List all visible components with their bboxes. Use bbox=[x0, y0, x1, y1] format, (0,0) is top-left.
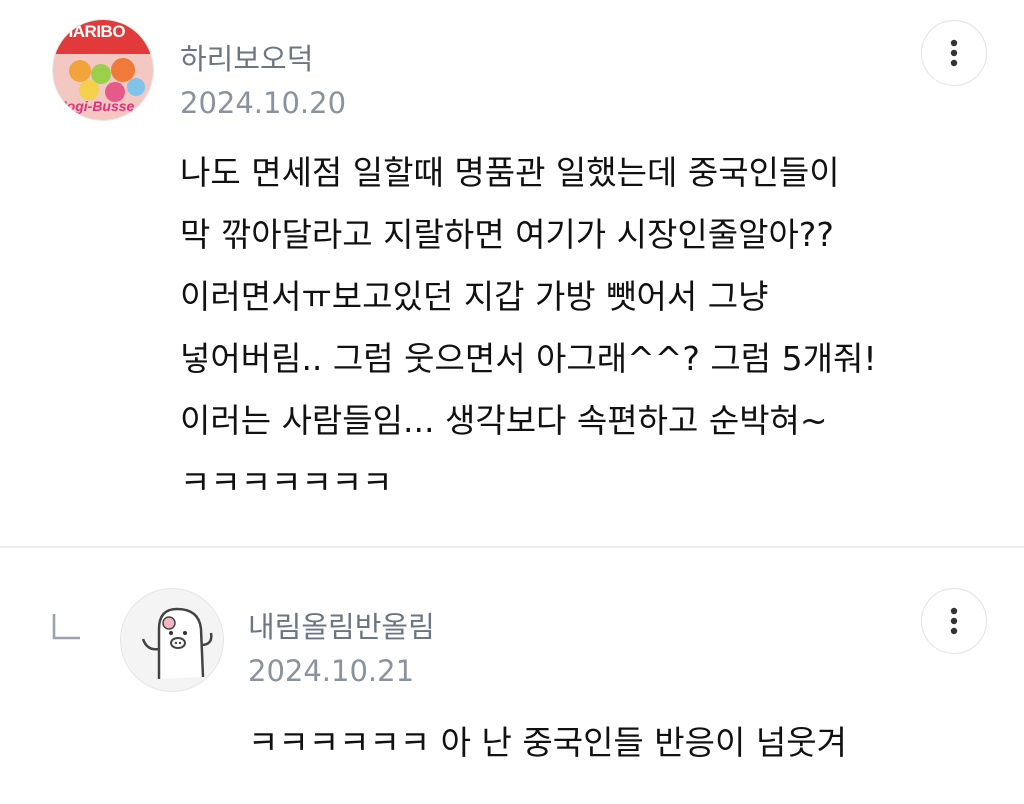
reply-arrow-icon bbox=[52, 614, 80, 640]
comment-date: 2024.10.21 bbox=[248, 654, 415, 688]
haribo-avatar[interactable]: HARIBO Mogi-Busse bbox=[52, 19, 154, 121]
comment-text: 나도 면세점 일할때 명품관 일했는데 중국인들이 막 깎아달라고 지랄하면 여… bbox=[180, 153, 877, 492]
candy-shape bbox=[79, 80, 99, 100]
penguin-avatar[interactable] bbox=[120, 588, 224, 692]
avatar-brand-text: HARIBO bbox=[61, 22, 126, 41]
avatar-product-text: Mogi-Busse bbox=[55, 98, 135, 114]
candy-shape bbox=[127, 78, 145, 96]
comment-nickname[interactable]: 하리보오덕 bbox=[180, 36, 313, 78]
vertical-ellipsis-icon bbox=[950, 39, 958, 67]
penguin-character-icon bbox=[141, 607, 213, 679]
comment-text: ㅋㅋㅋㅋㅋㅋ 아 난 중국인들 반응이 넘웃겨 bbox=[248, 723, 847, 762]
comment-date: 2024.10.20 bbox=[180, 86, 347, 120]
comment-item: HARIBO Mogi-Busse 하리보오덕 2024.10.20 나도 면세… bbox=[0, 0, 1024, 546]
candy-shape bbox=[69, 60, 91, 82]
more-options-button[interactable] bbox=[921, 20, 987, 86]
more-options-button[interactable] bbox=[921, 588, 987, 654]
vertical-ellipsis-icon bbox=[950, 607, 958, 635]
comment-nickname[interactable]: 내림올림반올림 bbox=[248, 604, 435, 646]
